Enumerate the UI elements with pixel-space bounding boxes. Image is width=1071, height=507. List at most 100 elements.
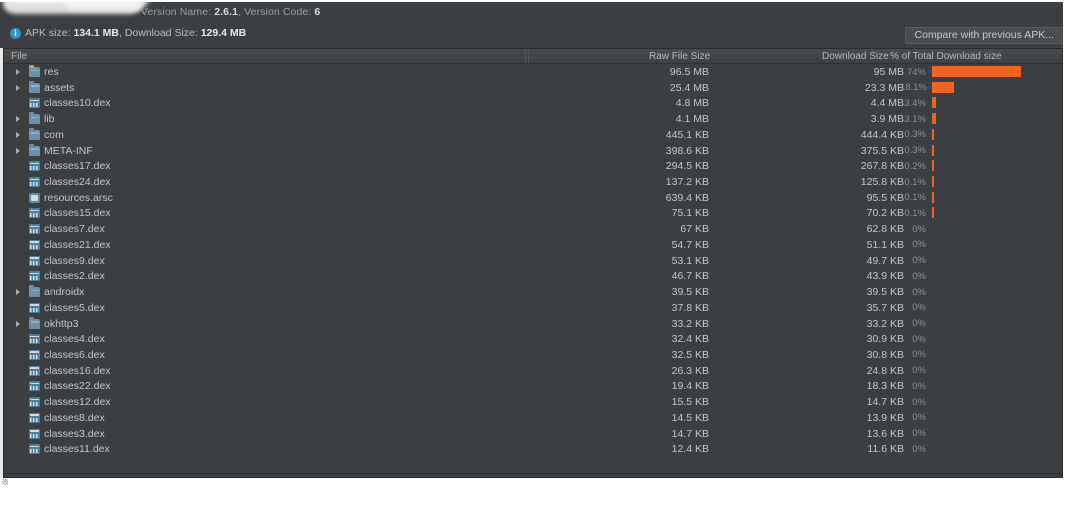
apk-analyzer-window: Version Name: 2.6.1, Version Code: 6 i A… [0,0,1071,507]
table-row[interactable]: classes4.dex 32.4 KB 30.9 KB 0% [4,331,1062,347]
table-row[interactable]: classes21.dex 54.7 KB 51.1 KB 0% [4,237,1062,253]
percent-bar [932,160,934,172]
expand-chevron-right-icon[interactable] [16,147,20,154]
expand-chevron-right-icon[interactable] [16,69,20,75]
raw-file-size-cell: 75.1 KB [671,207,709,220]
dex-file-icon [29,177,40,188]
raw-file-size-cell: 26.3 KB [671,364,709,377]
raw-file-size-cell: 398.6 KB [665,144,709,157]
expand-chevron-right-icon[interactable] [16,84,20,91]
window-top-edge [0,0,1071,2]
table-row[interactable]: classes9.dex 53.1 KB 49.7 KB 0% [4,253,1062,269]
percent-cell: 0% [912,365,926,377]
raw-file-size-cell: 639.4 KB [665,191,709,204]
download-size-cell: 444.4 KB [860,128,904,141]
percent-bar-cell [932,160,1052,172]
table-row[interactable]: classes22.dex 19.4 KB 18.3 KB 0% [4,378,1062,394]
table-row[interactable]: classes11.dex 12.4 KB 11.6 KB 0% [4,441,1062,457]
table-row[interactable]: classes2.dex 46.7 KB 43.9 KB 0% [4,268,1062,284]
expand-chevron-right-icon[interactable] [16,131,20,138]
percent-cell: 3.1% [904,113,926,125]
table-row[interactable]: META-INF 398.6 KB 375.5 KB 0.3% [4,143,1062,159]
percent-bar-cell [932,81,1052,93]
apk-size-value: 134.1 MB [73,27,119,39]
folder-icon [29,316,40,329]
dex-file-icon [29,208,40,219]
download-size-cell: 33.2 KB [866,317,904,330]
table-row[interactable]: classes6.dex 32.5 KB 30.8 KB 0% [4,347,1062,363]
raw-file-size-cell: 46.7 KB [671,270,709,283]
table-row[interactable]: classes3.dex 14.7 KB 13.6 KB 0% [4,426,1062,442]
column-header-percent-of-total[interactable]: % of Total Download size [890,51,1002,62]
raw-file-size-cell: 19.4 KB [671,380,709,393]
table-row[interactable]: classes5.dex 37.8 KB 35.7 KB 0% [4,300,1062,316]
folder-icon [29,112,40,125]
download-size-cell: 35.7 KB [866,301,904,314]
file-name: classes3.dex [44,427,105,440]
table-row[interactable]: resources.arsc 639.4 KB 95.5 KB 0.1% [4,190,1062,206]
percent-cell: 0% [912,349,926,361]
file-name: classes11.dex [44,443,110,456]
column-header-file[interactable]: File [11,51,27,62]
expand-chevron-right-icon[interactable] [16,116,20,123]
file-name: classes24.dex [44,176,111,189]
expand-chevron-right-icon[interactable] [16,320,20,327]
percent-bar [932,113,936,125]
table-row[interactable]: classes24.dex 137.2 KB 125.8 KB 0.1% [4,174,1062,190]
table-row[interactable]: lib 4.1 MB 3.9 MB 3.1% [4,111,1062,127]
dex-file-icon [29,161,40,172]
percent-cell: 0% [912,333,926,345]
raw-file-size-cell: 37.8 KB [671,301,709,314]
column-header-raw-file-size[interactable]: Raw File Size [649,51,710,62]
folder-icon [29,80,40,93]
apk-file-table[interactable]: File Raw File Size Download Size % of To… [3,48,1063,474]
percent-bar-cell [932,113,1052,125]
dex-file-icon [29,334,40,345]
panel-right-edge [1063,0,1071,478]
column-divider-2[interactable] [528,49,529,63]
expand-chevron-right-icon[interactable] [16,289,20,296]
apk-size-summary: APK size: 134.1 MB, Download Size: 129.4… [25,27,246,39]
table-row[interactable]: com 445.1 KB 444.4 KB 0.3% [4,127,1062,143]
raw-file-size-cell: 32.4 KB [671,333,709,346]
dex-file-icon [29,444,40,455]
percent-cell: 0% [912,318,926,329]
table-row[interactable]: res 96.5 MB 95 MB 74% [4,64,1062,80]
apk-size-label: APK size: [25,27,71,39]
column-divider-1[interactable] [525,49,526,63]
table-row[interactable]: classes12.dex 15.5 KB 14.7 KB 0% [4,394,1062,410]
download-size-value: 129.4 MB [200,27,247,39]
column-header-download-size[interactable]: Download Size [822,51,889,62]
file-name: classes8.dex [44,411,105,424]
version-code-label: Version Code: [244,6,312,18]
table-row[interactable]: classes15.dex 75.1 KB 70.2 KB 0.1% [4,205,1062,221]
compare-with-previous-apk-button[interactable]: Compare with previous APK... [904,27,1064,44]
dex-file-icon [29,365,40,376]
download-size-cell: 95.5 KB [866,191,904,204]
percent-cell: 0% [912,412,926,424]
folder-icon [29,143,40,156]
percent-bar-cell [932,365,1052,376]
dex-file-icon [29,98,40,109]
percent-cell: 0% [912,223,926,235]
table-row[interactable]: classes8.dex 14.5 KB 13.9 KB 0% [4,410,1062,426]
table-row[interactable]: classes17.dex 294.5 KB 267.8 KB 0.2% [4,158,1062,174]
file-name: META-INF [44,144,93,157]
percent-bar [932,66,1021,77]
raw-file-size-cell: 4.1 MB [675,113,709,126]
percent-bar-cell [932,349,1052,360]
percent-bar-cell [932,412,1052,423]
download-size-cell: 3.9 MB [870,113,904,126]
percent-bar-cell [932,396,1052,407]
table-row[interactable]: classes7.dex 67 KB 62.8 KB 0% [4,221,1062,237]
resize-grip[interactable] [2,479,8,485]
percent-cell: 18.1% [900,82,927,94]
table-row[interactable]: okhttp3 33.2 KB 33.2 KB 0% [4,316,1062,332]
folder-icon [29,127,40,140]
percent-bar-cell [932,428,1052,439]
percent-bar-cell [932,144,1052,156]
table-row[interactable]: androidx 39.5 KB 39.5 KB 0% [4,284,1062,300]
table-row[interactable]: assets 25.4 MB 23.3 MB 18.1% [4,80,1062,96]
table-row[interactable]: classes16.dex 26.3 KB 24.8 KB 0% [4,363,1062,379]
table-row[interactable]: classes10.dex 4.8 MB 4.4 MB 3.4% [4,95,1062,111]
